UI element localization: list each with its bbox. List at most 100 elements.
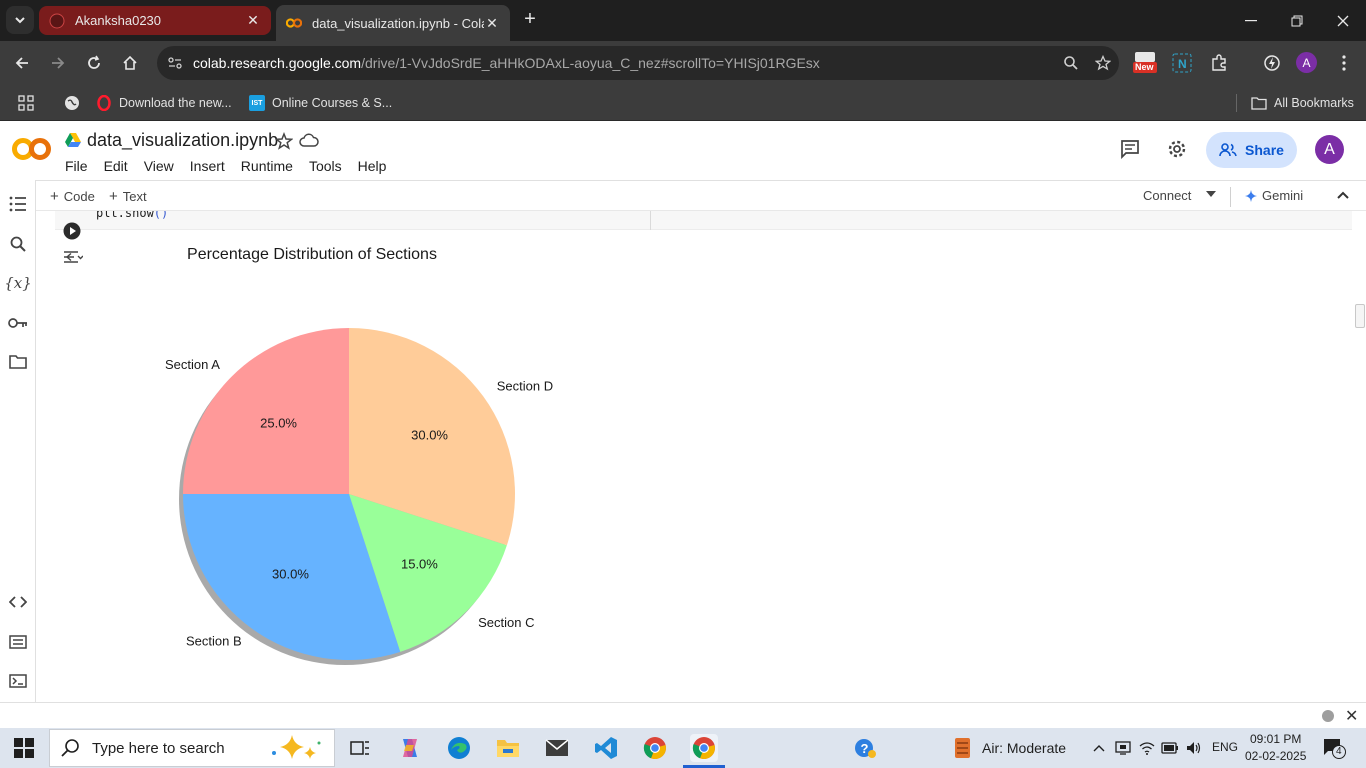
menu-edit[interactable]: Edit <box>104 158 128 174</box>
task-view-icon[interactable] <box>346 734 374 762</box>
menu-view[interactable]: View <box>144 158 174 174</box>
code-snippets-icon[interactable] <box>6 590 30 614</box>
share-button[interactable]: Share <box>1206 132 1297 168</box>
profile-initial: A <box>1302 55 1311 70</box>
language-indicator[interactable]: ENG <box>1212 740 1238 754</box>
volume-icon[interactable] <box>1184 738 1204 758</box>
address-bar[interactable]: colab.research.google.com/drive/1-VvJdoS… <box>157 46 1119 80</box>
menu-insert[interactable]: Insert <box>190 158 225 174</box>
notification-icon[interactable] <box>1322 737 1346 759</box>
tab-colab[interactable]: data_visualization.ipynb - Colab ✕ <box>276 5 510 41</box>
pie-percent-label: 30.0% <box>411 427 448 442</box>
clock-time: 09:01 PM <box>1250 732 1302 746</box>
search-icon <box>61 739 79 757</box>
bookmark-star-icon[interactable] <box>1087 55 1119 71</box>
tab-search-button[interactable] <box>6 6 34 34</box>
run-cell-icon[interactable] <box>63 222 81 240</box>
account-avatar[interactable]: A <box>1315 135 1344 164</box>
files-folder-icon[interactable] <box>6 350 30 374</box>
browser-menu-icon[interactable] <box>1332 51 1356 75</box>
reload-icon <box>88 55 100 69</box>
vscode-icon[interactable] <box>592 734 620 762</box>
secrets-key-icon[interactable] <box>6 311 30 335</box>
pie-category-label: Section A <box>165 357 220 372</box>
colab-logo-icon[interactable] <box>12 136 52 162</box>
zoom-icon[interactable] <box>1055 55 1087 71</box>
restore-button[interactable] <box>1274 0 1320 41</box>
extensions-puzzle-icon[interactable] <box>1207 51 1231 75</box>
weather-label: Air: Moderate <box>982 740 1067 756</box>
tray-device-icon[interactable] <box>1113 738 1133 758</box>
back-button[interactable] <box>8 49 36 77</box>
close-window-button[interactable] <box>1320 0 1366 41</box>
command-palette-icon[interactable] <box>6 630 30 654</box>
menu-file[interactable]: File <box>65 158 88 174</box>
menu-help[interactable]: Help <box>358 158 387 174</box>
pie-chart: Percentage Distribution of Sections 25.0… <box>165 246 553 665</box>
new-tab-button[interactable]: + <box>518 8 542 32</box>
variables-icon[interactable]: {x} <box>4 271 32 295</box>
search-icon[interactable] <box>6 232 30 256</box>
file-explorer-icon[interactable] <box>494 734 522 762</box>
clock[interactable]: 09:01 PM 02-02-2025 <box>1245 731 1306 765</box>
chrome-active-icon[interactable] <box>690 734 718 762</box>
notification-count: 4 <box>1336 746 1342 757</box>
tab-github[interactable]: Akanksha0230 ✕ <box>39 6 271 35</box>
code-cell[interactable]: plt.show() <box>55 211 1352 230</box>
forward-button[interactable] <box>44 49 72 77</box>
windows-start-icon[interactable] <box>14 738 34 758</box>
connect-dropdown[interactable] <box>1206 191 1216 197</box>
extension-n-icon[interactable]: N <box>1170 51 1194 75</box>
terminal-icon[interactable] <box>6 669 30 693</box>
weather-widget[interactable]: Air: Moderate <box>952 737 1066 759</box>
scrollbar-thumb[interactable] <box>1355 304 1365 328</box>
reload-button[interactable] <box>80 49 108 77</box>
chrome-icon[interactable] <box>641 734 669 762</box>
add-code-label: Code <box>63 189 95 204</box>
copilot-sparkle-icon[interactable] <box>266 733 326 763</box>
tray-chevron-up-icon[interactable] <box>1089 738 1109 758</box>
all-bookmarks[interactable]: All Bookmarks <box>1251 92 1354 114</box>
output-options-icon[interactable] <box>63 248 83 266</box>
cloud-saved-icon[interactable] <box>299 132 319 150</box>
bookmark-online-courses[interactable]: IST Online Courses & S... <box>249 92 392 114</box>
help-icon[interactable]: ? <box>851 734 879 762</box>
home-button[interactable] <box>116 49 144 77</box>
connect-button[interactable]: Connect <box>1143 188 1191 203</box>
notebook-title[interactable]: data_visualization.ipynb <box>87 130 278 151</box>
site-info-icon[interactable] <box>157 56 193 70</box>
mail-icon[interactable] <box>543 734 571 762</box>
gemini-button[interactable]: Gemini <box>1245 188 1303 203</box>
close-icon[interactable]: ✕ <box>245 12 261 29</box>
tab-title: data_visualization.ipynb - Colab <box>312 15 484 31</box>
edge-icon[interactable] <box>445 734 473 762</box>
google-drive-icon[interactable] <box>65 132 81 148</box>
star-icon[interactable] <box>275 132 293 150</box>
copilot-icon[interactable] <box>396 734 424 762</box>
add-code-button[interactable]: + Code <box>50 188 95 205</box>
profile-avatar[interactable]: A <box>1296 52 1317 73</box>
apps-grid-icon[interactable] <box>18 92 34 114</box>
menu-runtime[interactable]: Runtime <box>241 158 293 174</box>
collapse-header-button[interactable] <box>1337 191 1349 199</box>
extension-badge-text: New <box>1135 62 1154 72</box>
extension-new-icon[interactable]: New <box>1133 51 1157 75</box>
wifi-icon[interactable] <box>1137 738 1157 758</box>
close-icon[interactable]: ✕ <box>484 15 500 32</box>
minimize-button[interactable] <box>1228 0 1274 41</box>
battery-icon[interactable] <box>1160 738 1180 758</box>
settings-gear-icon[interactable] <box>1165 137 1189 161</box>
pie-slice-section-a <box>183 328 349 494</box>
comment-icon[interactable] <box>1118 137 1142 161</box>
table-of-contents-icon[interactable] <box>6 192 30 216</box>
arrow-right-icon <box>52 57 65 69</box>
menu-tools[interactable]: Tools <box>309 158 342 174</box>
taskbar-search[interactable]: Type here to search <box>49 729 335 767</box>
bookmark-opera[interactable]: Download the new... <box>96 92 232 114</box>
performance-icon[interactable] <box>1260 51 1284 75</box>
status-indicator-icon[interactable] <box>1322 710 1334 722</box>
close-icon[interactable]: ✕ <box>1345 706 1358 726</box>
add-text-button[interactable]: + Text <box>109 188 147 205</box>
globe-icon[interactable] <box>64 92 80 114</box>
colab-favicon-icon <box>286 15 302 31</box>
